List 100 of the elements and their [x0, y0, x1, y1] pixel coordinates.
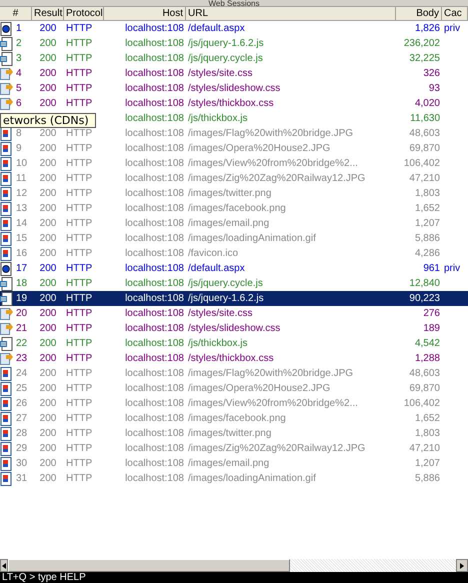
session-number: 2: [16, 38, 22, 49]
globe-document-icon: [0, 262, 13, 276]
session-row[interactable]: 13 200 HTTP localhost:108 /images/facebook.png 1,652: [0, 201, 468, 216]
session-row[interactable]: 30 200 HTTP localhost:108 /images/email.png 1,207: [0, 456, 468, 471]
column-header[interactable]: Cac: [442, 7, 468, 20]
session-row[interactable]: 12 200 HTTP localhost:108 /images/twitter.png 1,803: [0, 186, 468, 201]
scrollbar-thumb[interactable]: [8, 559, 290, 572]
result-code: 200: [40, 368, 56, 379]
session-row[interactable]: 17 200 HTTP localhost:108 /default.aspx 961 priv: [0, 261, 468, 276]
result-code: 200: [40, 473, 56, 484]
session-row[interactable]: 27 200 HTTP localhost:108 /images/facebook.png 1,652: [0, 411, 468, 426]
session-row[interactable]: 31 200 HTTP localhost:108 /images/loadingAnimation.gif 5,886: [0, 471, 468, 486]
host-cell: localhost:108: [125, 458, 184, 469]
result-code: 200: [40, 68, 56, 79]
body-size: 236,202: [404, 38, 440, 49]
image-document-icon: [0, 186, 13, 200]
host-cell: localhost:108: [125, 98, 184, 109]
column-header[interactable]: #: [0, 7, 32, 20]
body-size: 69,870: [409, 143, 440, 154]
session-number: 4: [16, 68, 22, 79]
session-row[interactable]: 16 200 HTTP localhost:108 /favicon.ico 4,286: [0, 246, 468, 261]
body-size: 189: [423, 323, 440, 334]
globe-document-icon: [0, 22, 13, 36]
tooltip: etworks (CDNs): [0, 113, 96, 128]
body-size: 32,225: [409, 53, 440, 64]
protocol-cell: HTTP: [66, 98, 92, 109]
session-row[interactable]: 14 200 HTTP localhost:108 /images/email.png 1,207: [0, 216, 468, 231]
session-row[interactable]: 19 200 HTTP localhost:108 /js/jquery-1.6.2.js 90,223: [0, 291, 468, 306]
result-code: 200: [40, 158, 56, 169]
body-size: 4,286: [414, 248, 440, 259]
session-row[interactable]: 24 200 HTTP localhost:108 /images/Flag%20with%20bridge.JPG 48,603: [0, 366, 468, 381]
session-row[interactable]: 29 200 HTTP localhost:108 /images/Zig%20Zag%20Railway12.JPG 47,210: [0, 441, 468, 456]
url-cell: /images/Opera%20House2.JPG: [188, 143, 330, 154]
url-cell: /default.aspx: [188, 23, 245, 34]
body-size: 1,803: [414, 428, 440, 439]
host-cell: localhost:108: [125, 413, 184, 424]
session-number: 10: [16, 158, 28, 169]
protocol-cell: HTTP: [66, 218, 92, 229]
result-code: 200: [40, 83, 56, 94]
session-row[interactable]: 18 200 HTTP localhost:108 /js/jquery.cycle.js 12,840: [0, 276, 468, 291]
column-header[interactable]: Body: [396, 7, 442, 20]
result-code: 200: [40, 143, 56, 154]
protocol-cell: HTTP: [66, 428, 92, 439]
result-code: 200: [40, 383, 56, 394]
scroll-right-button[interactable]: [456, 559, 468, 572]
host-cell: localhost:108: [125, 68, 184, 79]
url-cell: /styles/slideshow.css: [188, 83, 280, 94]
session-row[interactable]: 5 200 HTTP localhost:108 /styles/slideshow.css 93: [0, 81, 468, 96]
session-row[interactable]: 10 200 HTTP localhost:108 /images/View%20from%20bridge%2... 106,402: [0, 156, 468, 171]
session-row[interactable]: 6 200 HTTP localhost:108 /styles/thickbox.css 4,020: [0, 96, 468, 111]
url-cell: /images/Zig%20Zag%20Railway12.JPG: [188, 443, 366, 454]
column-header[interactable]: Host: [104, 7, 186, 20]
image-document-icon: [0, 172, 13, 186]
script-document-icon: [0, 52, 13, 66]
session-row[interactable]: 9 200 HTTP localhost:108 /images/Opera%20House2.JPG 69,870: [0, 141, 468, 156]
body-size: 106,402: [404, 158, 440, 169]
session-row[interactable]: 25 200 HTTP localhost:108 /images/Opera%20House2.JPG 69,870: [0, 381, 468, 396]
caching-cell: priv: [444, 23, 460, 34]
session-number: 16: [16, 248, 28, 259]
result-code: 200: [40, 323, 56, 334]
host-cell: localhost:108: [125, 293, 184, 304]
protocol-cell: HTTP: [66, 203, 92, 214]
url-cell: /images/View%20from%20bridge%2...: [188, 398, 358, 409]
scroll-left-button[interactable]: [0, 559, 8, 572]
session-row[interactable]: 22 200 HTTP localhost:108 /js/thickbox.js 4,542: [0, 336, 468, 351]
session-number: 1: [16, 23, 22, 34]
column-header[interactable]: Result: [32, 7, 64, 20]
column-header[interactable]: URL: [186, 7, 396, 20]
session-row[interactable]: 28 200 HTTP localhost:108 /images/twitter.png 1,803: [0, 426, 468, 441]
body-size: 1,826: [414, 23, 440, 34]
session-row[interactable]: 21 200 HTTP localhost:108 /styles/slideshow.css 189: [0, 321, 468, 336]
session-row[interactable]: 15 200 HTTP localhost:108 /images/loadingAnimation.gif 5,886: [0, 231, 468, 246]
session-row[interactable]: 1 200 HTTP localhost:108 /default.aspx 1,826 priv: [0, 21, 468, 36]
url-cell: /images/email.png: [188, 458, 270, 469]
protocol-cell: HTTP: [66, 188, 92, 199]
protocol-cell: HTTP: [66, 53, 92, 64]
protocol-cell: HTTP: [66, 323, 92, 334]
host-cell: localhost:108: [125, 173, 184, 184]
session-number: 11: [16, 173, 26, 184]
session-row[interactable]: 4 200 HTTP localhost:108 /styles/site.css 326: [0, 66, 468, 81]
host-cell: localhost:108: [125, 368, 184, 379]
result-code: 200: [40, 218, 56, 229]
body-size: 4,542: [414, 338, 440, 349]
session-row[interactable]: 2 200 HTTP localhost:108 /js/jquery-1.6.2.js 236,202: [0, 36, 468, 51]
session-row[interactable]: 11 200 HTTP localhost:108 /images/Zig%20Zag%20Railway12.JPG 47,210: [0, 171, 468, 186]
result-code: 200: [40, 263, 56, 274]
image-document-icon: [0, 382, 13, 396]
session-number: 31: [16, 473, 28, 484]
session-row[interactable]: 20 200 HTTP localhost:108 /styles/site.css 276: [0, 306, 468, 321]
url-cell: /images/facebook.png: [188, 203, 286, 214]
script-document-icon: [0, 36, 13, 50]
session-row[interactable]: 23 200 HTTP localhost:108 /styles/thickbox.css 1,288: [0, 351, 468, 366]
session-row[interactable]: 3 200 HTTP localhost:108 /js/jquery.cycle.js 32,225: [0, 51, 468, 66]
url-cell: /images/View%20from%20bridge%2...: [188, 158, 358, 169]
session-row[interactable]: 26 200 HTTP localhost:108 /images/View%20from%20bridge%2... 106,402: [0, 396, 468, 411]
host-cell: localhost:108: [125, 203, 184, 214]
column-header[interactable]: Protocol: [64, 7, 104, 20]
host-cell: localhost:108: [125, 23, 184, 34]
protocol-cell: HTTP: [66, 368, 92, 379]
body-size: 48,603: [409, 368, 440, 379]
